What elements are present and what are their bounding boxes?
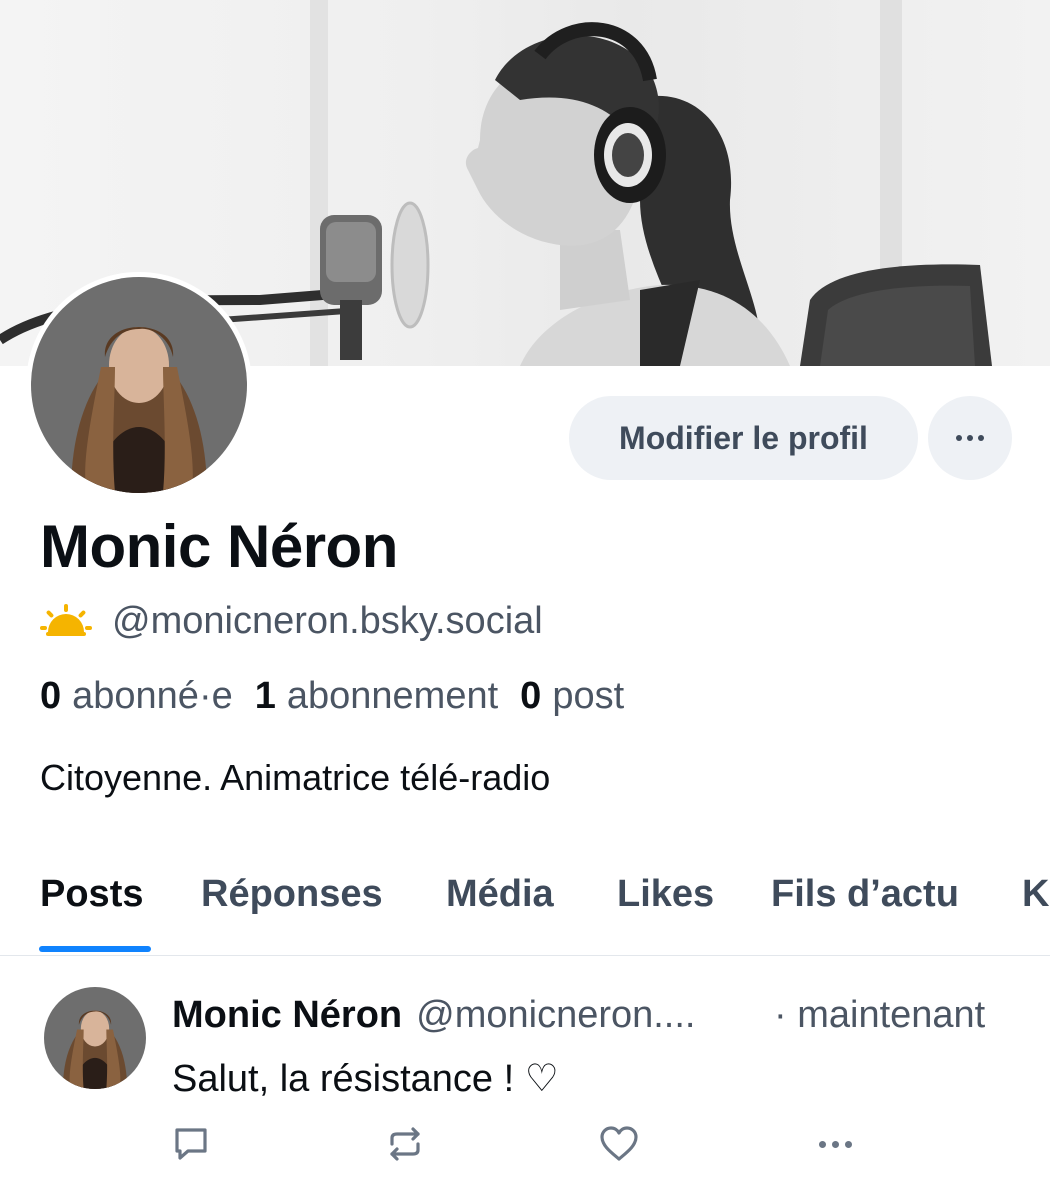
speech-bubble-icon (175, 1128, 207, 1160)
post-text: Salut, la résistance ! ♡ (172, 1058, 559, 1100)
sun-behind-cloud-icon (40, 603, 92, 636)
heart-icon (600, 1126, 638, 1161)
more-options-button[interactable] (928, 396, 1012, 480)
ellipsis-icon (818, 1140, 852, 1148)
post-actions (0, 1120, 1050, 1170)
tab-posts[interactable]: Posts (40, 873, 143, 916)
post-author-name[interactable]: Monic Néron (172, 994, 402, 1037)
post-more-button[interactable] (810, 1120, 860, 1168)
tab-media[interactable]: Média (446, 873, 554, 916)
post-header: Monic Néron @monicneron.... · maintenant (172, 994, 1022, 1037)
profile-avatar[interactable] (26, 272, 252, 498)
reply-button[interactable] (166, 1120, 216, 1168)
post-timestamp[interactable]: · maintenant (774, 994, 985, 1037)
posts-label: post (552, 675, 625, 717)
ellipsis-icon (956, 435, 984, 441)
post-avatar[interactable] (44, 987, 146, 1089)
profile-handle[interactable]: @monicneron.bsky.social (112, 600, 543, 643)
profile-tabs: Posts Réponses Média Likes Fils d’actu K (0, 870, 1050, 956)
like-button[interactable] (594, 1120, 644, 1168)
edit-profile-button[interactable]: Modifier le profil (569, 396, 918, 480)
tab-replies[interactable]: Réponses (201, 873, 383, 916)
followers-count[interactable]: 0 (40, 675, 61, 718)
posts-count: 0 (520, 675, 542, 717)
avatar-photo (31, 277, 247, 493)
post-avatar-photo (44, 987, 146, 1089)
active-tab-indicator (39, 946, 151, 952)
profile-stats: 0 abonné·e 1 abonnement 0 post (40, 675, 646, 718)
post-author-handle[interactable]: @monicneron.... (416, 994, 695, 1037)
repost-icon (390, 1127, 420, 1161)
tab-feeds[interactable]: Fils d’actu (771, 873, 959, 916)
following-label[interactable]: abonnement (287, 675, 498, 718)
tab-likes[interactable]: Likes (617, 873, 714, 916)
repost-button[interactable] (380, 1120, 430, 1168)
display-name: Monic Néron (40, 513, 398, 580)
tab-more[interactable]: K (1022, 873, 1049, 916)
profile-bio: Citoyenne. Animatrice télé-radio (40, 757, 551, 798)
handle-row: @monicneron.bsky.social (40, 600, 543, 643)
following-count[interactable]: 1 (255, 675, 276, 718)
followers-label[interactable]: abonné·e (72, 675, 233, 718)
